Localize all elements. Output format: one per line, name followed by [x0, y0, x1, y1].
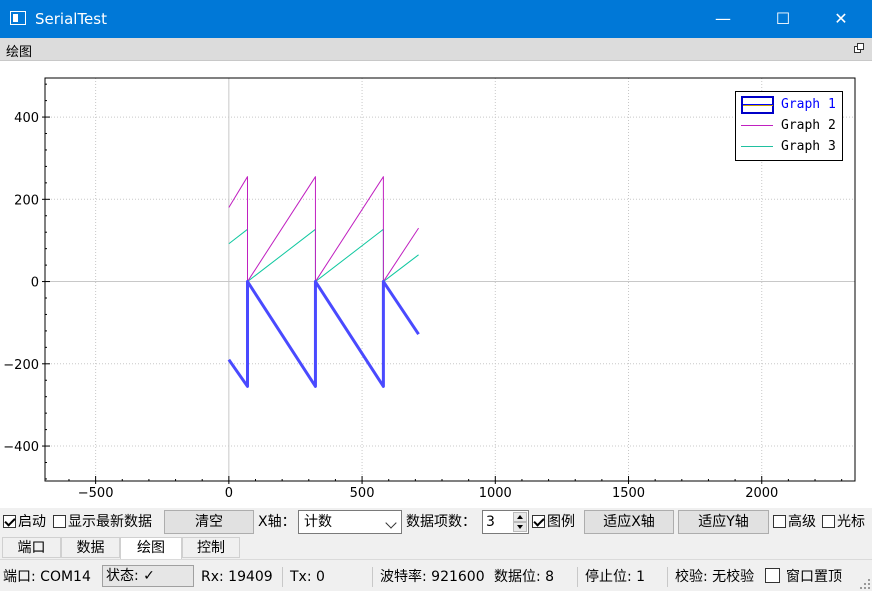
spin-up-icon[interactable]: [513, 512, 527, 522]
status-separator: [667, 567, 668, 587]
status-state: 状态: ✓: [102, 565, 194, 587]
cursor-checkbox-label: 光标: [837, 514, 865, 530]
stay-on-top-label: 窗口置顶: [786, 569, 842, 585]
tab-plot[interactable]: 绘图: [120, 537, 182, 559]
legend-checkbox-box[interactable]: [532, 515, 545, 528]
x-tick-label: 0: [225, 486, 233, 501]
cursor-checkbox-box[interactable]: [822, 515, 835, 528]
tab-control[interactable]: 控制: [182, 537, 240, 558]
legend-label-graph-1: Graph 1: [781, 97, 836, 112]
stay-on-top-checkbox-box[interactable]: [765, 568, 780, 583]
x-axis-select-value: 计数: [304, 514, 332, 530]
spin-down-icon[interactable]: [513, 522, 527, 532]
status-parity: 校验: 无校验: [675, 569, 755, 585]
status-separator: [372, 567, 373, 587]
fit-y-axis-button[interactable]: 适应Y轴: [678, 510, 769, 534]
legend-checkbox-label: 图例: [547, 514, 575, 530]
x-tick-label: 2000: [745, 486, 778, 501]
series-line: [227, 280, 420, 388]
app-icon: [10, 11, 26, 25]
plot-area[interactable]: −500 0 500 1000 1500 2000 −400 −200 0 200 400 Grap…: [0, 61, 872, 508]
legend-checkbox[interactable]: 图例: [532, 513, 575, 531]
legend-item-graph-2[interactable]: Graph 2: [739, 116, 839, 136]
legend-swatch-graph-2: [741, 125, 773, 126]
show-latest-checkbox[interactable]: 显示最新数据: [53, 513, 152, 531]
x-axis-label: X轴：: [258, 514, 296, 530]
cursor-checkbox[interactable]: 光标: [822, 513, 865, 531]
status-stop-bits: 停止位: 1: [585, 569, 646, 585]
maximize-button[interactable]: ☐: [760, 0, 806, 38]
clear-button[interactable]: 清空: [164, 510, 254, 534]
plot-toolbar: 启动 显示最新数据 清空 X轴： 计数 数据项数： 3 图例 适应X轴 适应Y轴…: [0, 508, 872, 536]
legend[interactable]: Graph 1 Graph 2 Graph 3: [735, 91, 843, 161]
main-tab-bar: 端口 数据 绘图 控制: [0, 537, 872, 560]
x-axis-select[interactable]: 计数: [298, 510, 402, 534]
fit-x-axis-button[interactable]: 适应X轴: [584, 510, 674, 534]
plot-frame: [44, 77, 856, 482]
legend-label-graph-3: Graph 3: [781, 139, 836, 154]
window-title: SerialTest: [35, 10, 107, 28]
resize-grip-icon[interactable]: [860, 579, 870, 589]
stay-on-top-checkbox[interactable]: 窗口置顶: [765, 568, 842, 586]
x-tick-label: 1500: [612, 486, 645, 501]
start-checkbox-label: 启动: [18, 514, 46, 530]
tab-port[interactable]: 端口: [2, 537, 61, 558]
x-tick-label: −500: [78, 486, 114, 501]
dock-title: 绘图: [6, 45, 33, 60]
x-tick-label: 1000: [479, 486, 512, 501]
y-tick-label: −400: [3, 440, 39, 455]
data-count-spinbox[interactable]: 3: [482, 510, 529, 534]
x-tick-label: 500: [350, 486, 375, 501]
status-port: 端口: COM14: [3, 569, 91, 585]
plot-dock-header: 绘图: [0, 38, 872, 61]
series-line: [228, 228, 419, 283]
show-latest-checkbox-box[interactable]: [53, 515, 66, 528]
y-tick-label: 200: [14, 193, 39, 208]
float-dock-icon[interactable]: [854, 43, 864, 53]
chevron-down-icon: [385, 517, 397, 529]
start-checkbox-box[interactable]: [3, 515, 16, 528]
status-tx: Tx: 0: [290, 569, 325, 585]
show-latest-checkbox-label: 显示最新数据: [68, 514, 152, 530]
legend-swatch-graph-3: [741, 146, 773, 147]
status-baud-rate: 波特率: 921600: [380, 569, 485, 585]
advanced-checkbox-box[interactable]: [773, 515, 786, 528]
legend-selected-line: [743, 105, 773, 106]
tab-data[interactable]: 数据: [61, 537, 120, 558]
status-data-bits: 数据位: 8: [494, 569, 555, 585]
legend-label-graph-2: Graph 2: [781, 118, 836, 133]
status-rx: Rx: 19409: [201, 569, 273, 585]
series-line: [228, 176, 419, 283]
advanced-checkbox[interactable]: 高级: [773, 513, 816, 531]
start-checkbox[interactable]: 启动: [3, 513, 46, 531]
close-button[interactable]: ✕: [818, 0, 864, 38]
title-bar: SerialTest — ☐ ✕: [0, 0, 872, 38]
legend-item-graph-3[interactable]: Graph 3: [739, 137, 839, 157]
status-separator: [577, 567, 578, 587]
y-tick-label: 0: [31, 276, 39, 291]
minimize-button[interactable]: —: [700, 0, 746, 38]
y-tick-label: −200: [3, 358, 39, 373]
status-bar: 端口: COM14 状态: ✓ Rx: 19409 Tx: 0 波特率: 921…: [0, 563, 872, 591]
data-count-value: 3: [486, 514, 495, 530]
data-count-label: 数据项数：: [406, 514, 476, 530]
advanced-checkbox-label: 高级: [788, 514, 816, 530]
y-tick-label: 400: [14, 111, 39, 126]
status-separator: [282, 567, 283, 587]
